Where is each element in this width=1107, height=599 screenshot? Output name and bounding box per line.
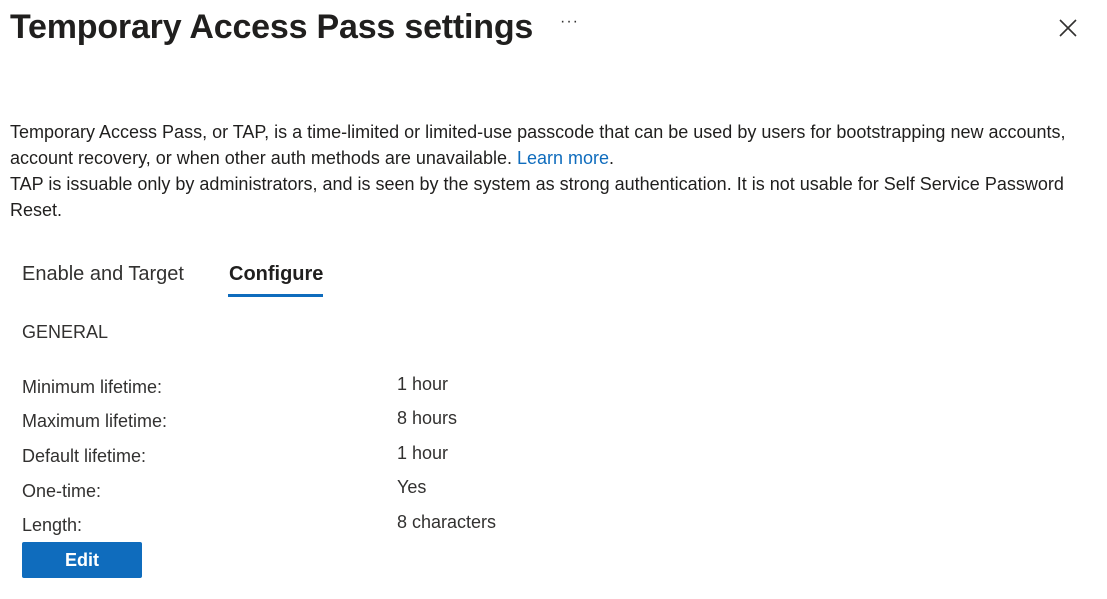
learn-more-link[interactable]: Learn more bbox=[517, 148, 609, 168]
minimum-lifetime-label: Minimum lifetime: bbox=[22, 377, 163, 397]
more-options-icon[interactable]: ··· bbox=[560, 12, 579, 32]
maximum-lifetime-value: 8 hours bbox=[397, 408, 458, 428]
description-text-2: TAP is issuable only by administrators, … bbox=[10, 174, 1064, 220]
edit-button[interactable]: Edit bbox=[22, 542, 142, 578]
description: Temporary Access Pass, or TAP, is a time… bbox=[10, 119, 1090, 223]
tab-enable-and-target[interactable]: Enable and Target bbox=[22, 261, 184, 287]
active-tab-indicator bbox=[228, 294, 323, 297]
section-heading-general: GENERAL bbox=[22, 322, 109, 342]
default-lifetime-value: 1 hour bbox=[397, 443, 449, 463]
tab-configure[interactable]: Configure bbox=[229, 261, 323, 287]
tap-settings-panel: Temporary Access Pass settings ··· Tempo… bbox=[0, 0, 1107, 599]
one-time-label: One-time: bbox=[22, 481, 102, 501]
description-period: . bbox=[609, 148, 615, 168]
length-value: 8 characters bbox=[397, 512, 497, 532]
length-label: Length: bbox=[22, 515, 83, 535]
default-lifetime-label: Default lifetime: bbox=[22, 446, 147, 466]
page-title: Temporary Access Pass settings bbox=[10, 8, 534, 46]
maximum-lifetime-label: Maximum lifetime: bbox=[22, 411, 168, 431]
close-icon[interactable] bbox=[1056, 16, 1080, 40]
minimum-lifetime-value: 1 hour bbox=[397, 374, 449, 394]
one-time-value: Yes bbox=[397, 477, 427, 497]
